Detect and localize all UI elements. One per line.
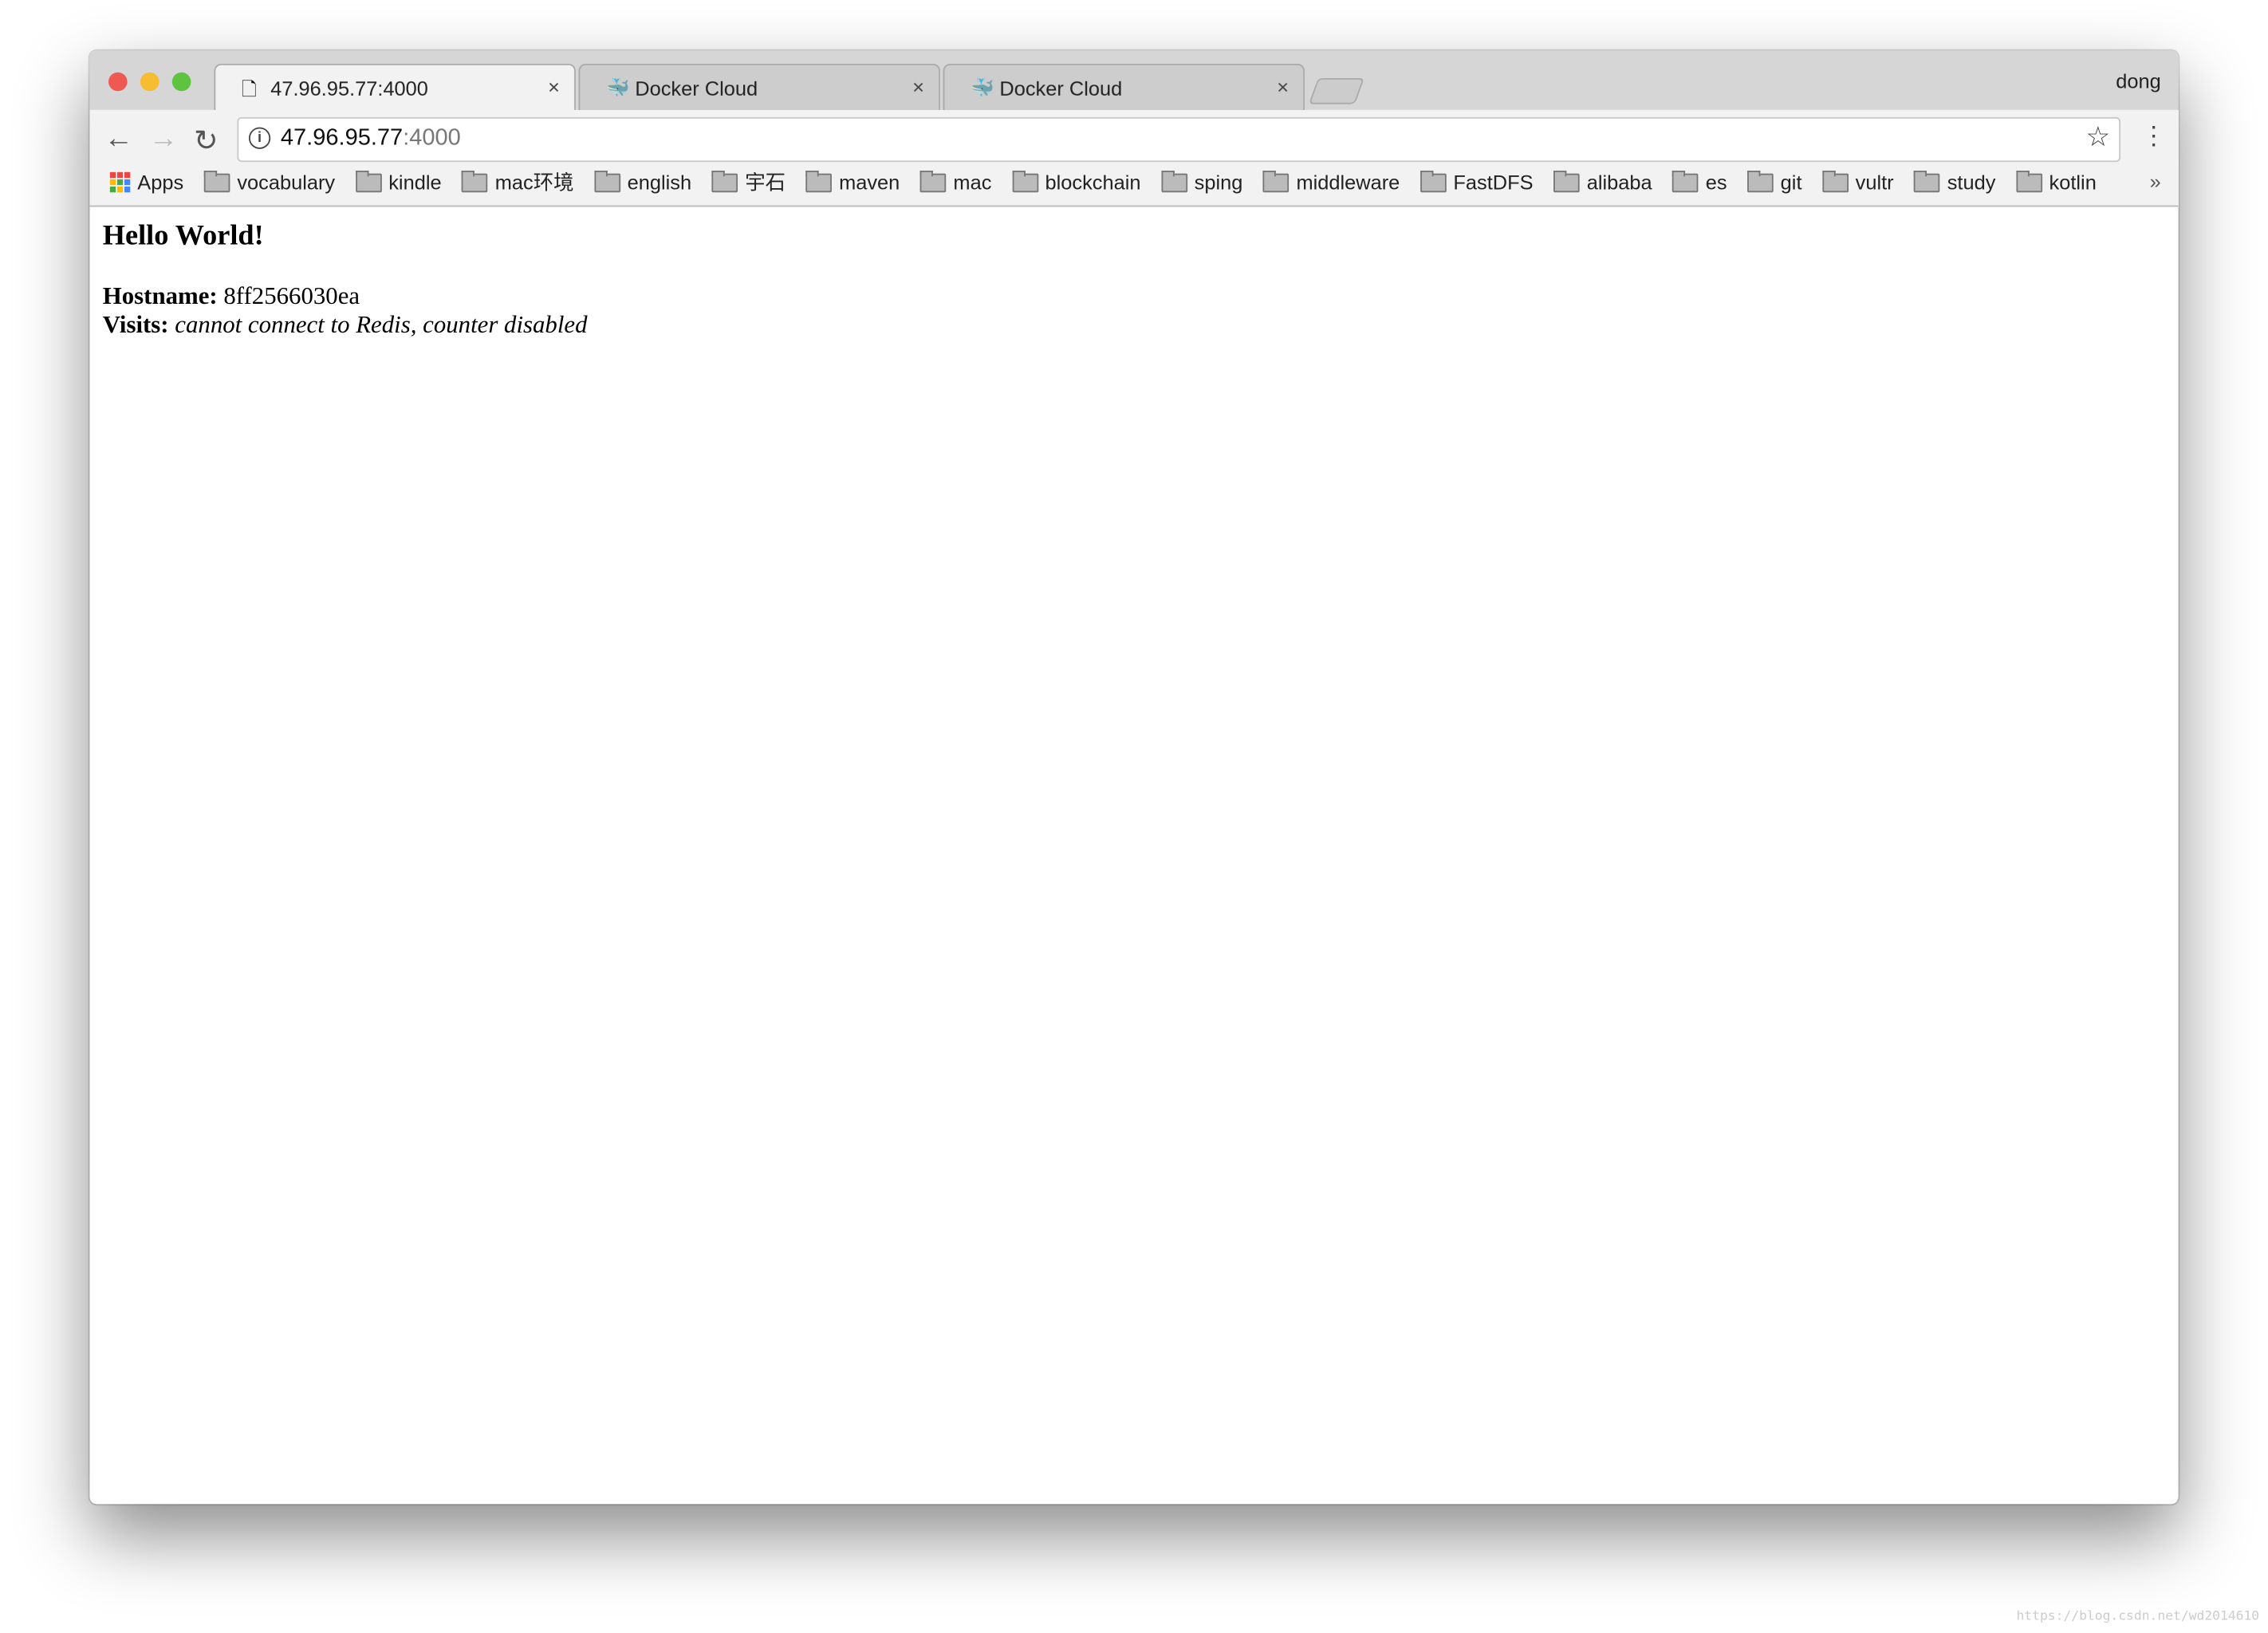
address-bar[interactable]: i 47.96.95.77:4000 ☆ — [237, 116, 2121, 163]
bookmark-label: english — [627, 171, 692, 195]
tab-title: Docker Cloud — [999, 77, 1123, 100]
reload-icon[interactable]: ↻ — [194, 123, 218, 159]
folder-icon — [1821, 170, 1849, 192]
bookmark-label: 宇石 — [745, 171, 786, 195]
bookmark-folder[interactable]: alibaba — [1553, 167, 1652, 196]
bookmark-label: kotlin — [2049, 171, 2097, 195]
bookmarks-overflow-button[interactable]: » — [2150, 169, 2161, 192]
bookmark-folder[interactable]: english — [593, 167, 692, 196]
new-tab-button[interactable] — [1308, 77, 1364, 104]
bookmark-folder[interactable]: vultr — [1821, 167, 1894, 196]
toolbar: ← → ↻ i 47.96.95.77:4000 ☆ · · · Apps voca… — [89, 109, 2179, 207]
docker-whale-icon: 🐳 — [605, 77, 630, 99]
info-icon[interactable]: i — [248, 127, 271, 149]
bookmark-folder[interactable]: 宇石 — [711, 167, 786, 196]
folder-icon — [355, 170, 382, 192]
folder-icon — [919, 170, 947, 192]
folder-icon — [2015, 170, 2042, 192]
profile-name[interactable]: dong — [2116, 69, 2161, 92]
close-tab-icon[interactable]: × — [1277, 75, 1289, 98]
tab-title: 47.96.95.77:4000 — [270, 77, 428, 100]
bookmark-label: FastDFS — [1453, 171, 1534, 195]
visits-line: Visits: cannot connect to Redis, counter… — [103, 311, 588, 340]
bookmark-label: Apps — [137, 171, 184, 195]
folder-icon — [1160, 170, 1187, 192]
close-window-button[interactable] — [108, 72, 128, 92]
browser-window: 🗋 47.96.95.77:4000 × 🐳 Docker Cloud × 🐳 … — [89, 50, 2179, 1505]
hostname-line: Hostname: 8ff2566030ea — [103, 282, 588, 311]
bookmark-label: kindle — [388, 171, 442, 195]
maximize-window-button[interactable] — [171, 72, 191, 92]
bookmark-label: alibaba — [1586, 171, 1652, 195]
menu-kebab-icon[interactable]: · · · — [2149, 112, 2158, 155]
folder-icon — [593, 170, 620, 192]
folder-icon — [461, 170, 488, 192]
bookmark-folder[interactable]: middleware — [1262, 167, 1400, 196]
watermark: https://blog.csdn.net/wd2014610 — [2016, 1609, 2260, 1624]
folder-icon — [711, 170, 738, 192]
bookmark-folder[interactable]: mac — [919, 167, 992, 196]
bookmark-label: mac — [953, 171, 992, 195]
bookmark-label: sping — [1194, 171, 1243, 195]
tab-active[interactable]: 🗋 47.96.95.77:4000 × — [214, 63, 576, 112]
bookmark-folder[interactable]: kotlin — [2015, 167, 2097, 196]
bookmark-folder[interactable]: maven — [805, 167, 900, 196]
folder-icon — [1553, 170, 1580, 192]
bookmark-folder[interactable]: sping — [1160, 167, 1243, 196]
back-icon[interactable]: ← — [104, 123, 133, 156]
tab-docker-cloud-2[interactable]: 🐳 Docker Cloud × — [943, 63, 1305, 112]
folder-icon — [1746, 170, 1774, 192]
url-host: 47.96.95.77 — [280, 125, 404, 151]
bookmark-label: git — [1780, 171, 1802, 195]
forward-icon[interactable]: → — [149, 123, 178, 156]
bookmark-folder[interactable]: es — [1672, 167, 1727, 196]
bookmark-star-icon[interactable]: ☆ — [2085, 121, 2110, 155]
bookmark-folder[interactable]: vocabulary — [203, 167, 336, 196]
bookmark-label: mac环境 — [494, 171, 574, 195]
hostname-label: Hostname: — [102, 281, 218, 310]
tab-title: Docker Cloud — [635, 77, 758, 100]
minimize-window-button[interactable] — [140, 72, 159, 92]
bookmark-apps[interactable]: Apps — [109, 167, 184, 196]
visits-label: Visits: — [102, 310, 169, 339]
page-heading: Hello World! — [102, 219, 264, 252]
close-tab-icon[interactable]: × — [912, 75, 924, 98]
bookmark-label: es — [1705, 171, 1727, 195]
folder-icon — [203, 170, 230, 192]
bookmark-label: maven — [839, 171, 900, 195]
window-controls — [108, 72, 191, 92]
bookmark-label: blockchain — [1045, 171, 1141, 195]
tab-bar: 🗋 47.96.95.77:4000 × 🐳 Docker Cloud × 🐳 … — [89, 50, 2179, 112]
bookmark-folder[interactable]: git — [1746, 167, 1802, 196]
url-port: :4000 — [403, 125, 461, 151]
bookmark-label: vocabulary — [237, 171, 336, 195]
folder-icon — [1011, 170, 1038, 192]
folder-icon — [1419, 170, 1447, 192]
hostname-value: 8ff2566030ea — [223, 281, 360, 310]
apps-grid-icon — [109, 171, 131, 193]
bookmark-folder[interactable]: kindle — [355, 167, 442, 196]
url-text[interactable]: 47.96.95.77:4000 — [281, 126, 461, 152]
page-content: Hello World! Hostname: 8ff2566030ea Visi… — [103, 206, 588, 340]
folder-icon — [805, 170, 833, 192]
docker-whale-icon: 🐳 — [971, 77, 994, 99]
folder-icon — [1672, 170, 1699, 192]
bookmark-folder[interactable]: blockchain — [1011, 167, 1141, 196]
bookmark-label: study — [1947, 171, 1996, 195]
bookmark-folder[interactable]: mac环境 — [461, 167, 574, 196]
visits-value: cannot connect to Redis, counter disable… — [175, 310, 588, 339]
folder-icon — [1262, 170, 1290, 192]
bookmark-label: middleware — [1296, 171, 1400, 195]
close-tab-icon[interactable]: × — [548, 75, 560, 98]
bookmark-folder[interactable]: study — [1913, 167, 1996, 196]
folder-icon — [1913, 170, 1940, 192]
page-icon: 🗋 — [241, 77, 257, 100]
bookmarks-bar: Apps vocabulary kindle mac环境 english 宇石 … — [109, 167, 2097, 196]
tab-docker-cloud[interactable]: 🐳 Docker Cloud × — [578, 63, 940, 112]
bookmark-folder[interactable]: FastDFS — [1419, 167, 1534, 196]
bookmark-label: vultr — [1855, 171, 1894, 195]
